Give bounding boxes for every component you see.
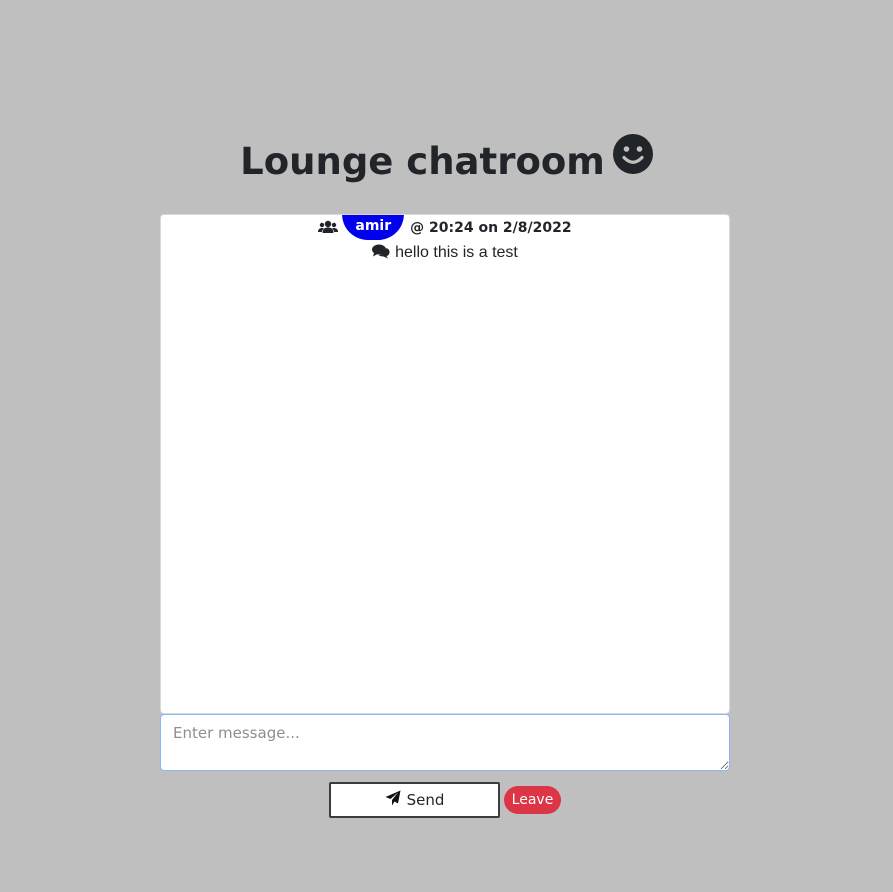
users-icon xyxy=(318,220,339,238)
comments-icon xyxy=(372,244,390,264)
message-timestamp: @ 20:24 on 2/8/2022 xyxy=(410,220,572,236)
message-body: hello this is a test xyxy=(161,241,729,265)
chat-messages-panel[interactable]: amir @ 20:24 on 2/8/2022 hello this is a… xyxy=(160,214,730,714)
chat-message: amir @ 20:24 on 2/8/2022 hello this is a… xyxy=(161,215,729,265)
send-button[interactable]: Send xyxy=(329,782,500,818)
leave-button[interactable]: Leave xyxy=(504,786,561,814)
paper-plane-icon xyxy=(385,790,401,810)
room-title: Lounge chatroom xyxy=(240,140,605,183)
message-username: amir xyxy=(342,215,405,240)
message-text: hello this is a test xyxy=(395,244,518,261)
leave-button-label: Leave xyxy=(511,792,554,808)
smiley-icon xyxy=(612,133,653,188)
message-input[interactable] xyxy=(160,714,730,771)
page-title: Lounge chatroom xyxy=(0,133,893,188)
message-header: amir @ 20:24 on 2/8/2022 xyxy=(161,215,729,241)
chatroom-page: Lounge chatroom amir @ 20:24 on 2/8/2022 xyxy=(0,0,893,892)
send-button-label: Send xyxy=(406,791,445,809)
